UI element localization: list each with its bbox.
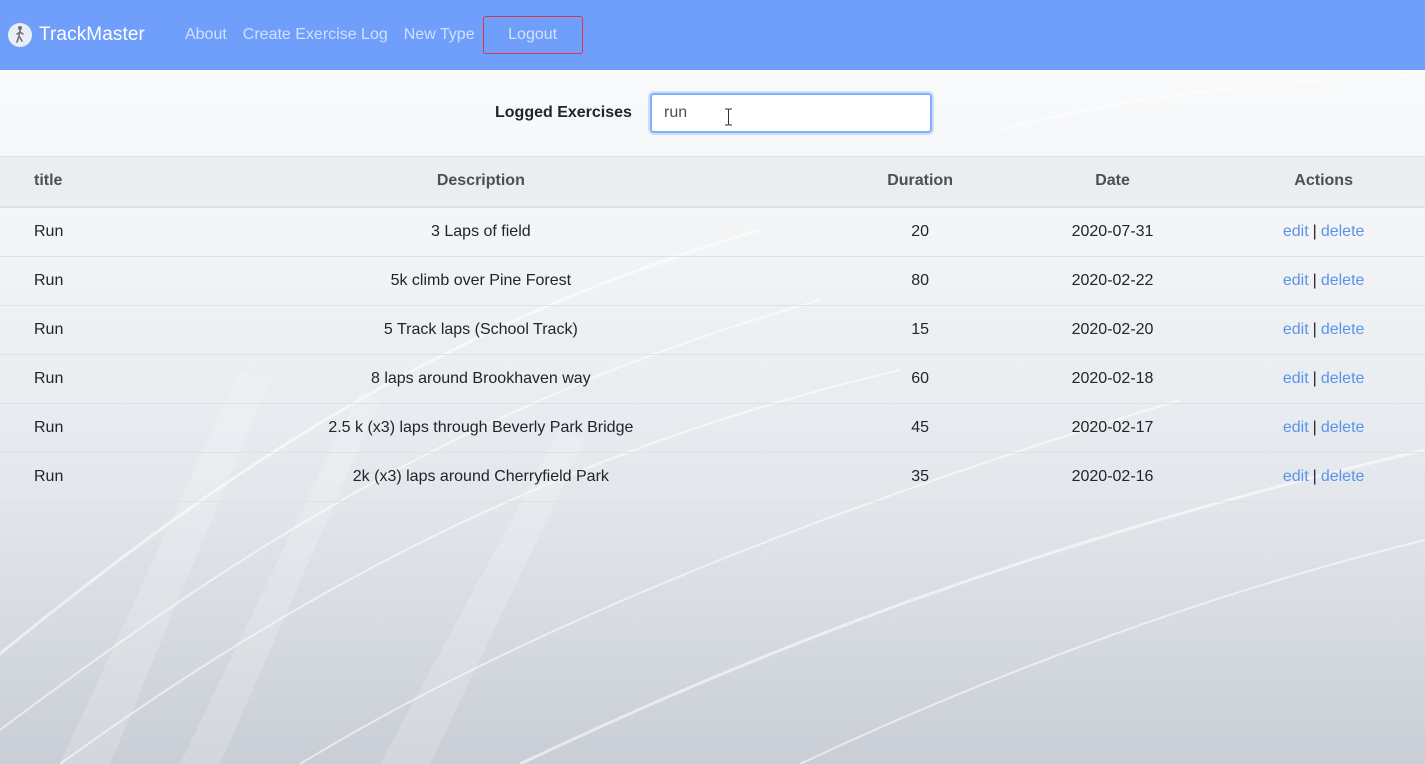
cell-title: Run — [0, 354, 125, 404]
cell-duration: 20 — [837, 206, 1003, 257]
table-row: Run 3 Laps of field 20 2020-07-31 edit | d… — [0, 206, 1425, 257]
cell-duration: 45 — [837, 403, 1003, 453]
action-separator: | — [1312, 271, 1317, 289]
nav-links: About Create Exercise Log New Type Logou… — [185, 16, 583, 54]
cell-title: Run — [0, 403, 125, 453]
cell-date: 2020-07-31 — [1002, 206, 1223, 257]
cell-title: Run — [0, 452, 125, 502]
edit-link[interactable]: edit — [1283, 223, 1309, 240]
header-title: title — [0, 156, 125, 208]
edit-link[interactable]: edit — [1283, 321, 1309, 338]
table-row: Run 8 laps around Brookhaven way 60 2020… — [0, 354, 1425, 404]
action-separator: | — [1312, 320, 1317, 338]
edit-link[interactable]: edit — [1283, 272, 1309, 289]
cell-title: Run — [0, 256, 125, 306]
runner-icon — [8, 23, 32, 47]
cell-actions: edit | delete — [1222, 354, 1425, 404]
cell-date: 2020-02-20 — [1002, 305, 1223, 355]
navbar: TrackMaster About Create Exercise Log Ne… — [0, 0, 1425, 70]
edit-link[interactable]: edit — [1283, 419, 1309, 436]
cell-actions: edit | delete — [1222, 256, 1425, 306]
cell-date: 2020-02-17 — [1002, 403, 1223, 453]
exercise-table: title Description Duration Date Actions … — [0, 156, 1425, 502]
table-row: Run 5k climb over Pine Forest 80 2020-02… — [0, 256, 1425, 306]
header-duration: Duration — [837, 156, 1003, 208]
nav-link-about[interactable]: About — [185, 26, 227, 44]
cell-title: Run — [0, 206, 125, 257]
cell-description: 2.5 k (x3) laps through Beverly Park Bri… — [124, 403, 838, 453]
cell-actions: edit | delete — [1222, 403, 1425, 453]
cell-duration: 35 — [837, 452, 1003, 502]
header-date: Date — [1002, 156, 1223, 208]
edit-link[interactable]: edit — [1283, 370, 1309, 387]
table-row: Run 5 Track laps (School Track) 15 2020-… — [0, 305, 1425, 355]
brand[interactable]: TrackMaster — [8, 23, 145, 47]
brand-name: TrackMaster — [39, 24, 145, 45]
table-header-row: title Description Duration Date Actions — [0, 156, 1425, 208]
search-row: Logged Exercises — [0, 70, 1425, 156]
cell-description: 5 Track laps (School Track) — [124, 305, 838, 355]
delete-link[interactable]: delete — [1321, 370, 1365, 387]
cell-duration: 80 — [837, 256, 1003, 306]
cell-description: 3 Laps of field — [124, 206, 838, 257]
cell-actions: edit | delete — [1222, 305, 1425, 355]
delete-link[interactable]: delete — [1321, 419, 1365, 436]
edit-link[interactable]: edit — [1283, 468, 1309, 485]
cell-duration: 60 — [837, 354, 1003, 404]
cell-date: 2020-02-18 — [1002, 354, 1223, 404]
header-actions: Actions — [1222, 156, 1425, 208]
action-separator: | — [1312, 222, 1317, 240]
search-input[interactable] — [650, 93, 932, 133]
table-row: Run 2.5 k (x3) laps through Beverly Park… — [0, 403, 1425, 453]
cell-actions: edit | delete — [1222, 452, 1425, 502]
cell-description: 8 laps around Brookhaven way — [124, 354, 838, 404]
nav-link-new-type[interactable]: New Type — [404, 26, 475, 44]
action-separator: | — [1312, 418, 1317, 436]
cell-actions: edit | delete — [1222, 206, 1425, 257]
cell-title: Run — [0, 305, 125, 355]
delete-link[interactable]: delete — [1321, 223, 1365, 240]
delete-link[interactable]: delete — [1321, 272, 1365, 289]
cell-duration: 15 — [837, 305, 1003, 355]
delete-link[interactable]: delete — [1321, 468, 1365, 485]
cell-description: 5k climb over Pine Forest — [124, 256, 838, 306]
table-row: Run 2k (x3) laps around Cherryfield Park… — [0, 452, 1425, 502]
cell-date: 2020-02-16 — [1002, 452, 1223, 502]
cell-description: 2k (x3) laps around Cherryfield Park — [124, 452, 838, 502]
header-description: Description — [124, 156, 838, 208]
logout-button[interactable]: Logout — [482, 16, 583, 54]
search-label: Logged Exercises — [495, 104, 632, 121]
cell-date: 2020-02-22 — [1002, 256, 1223, 306]
action-separator: | — [1312, 369, 1317, 387]
text-cursor-icon — [725, 108, 732, 126]
delete-link[interactable]: delete — [1321, 321, 1365, 338]
action-separator: | — [1312, 467, 1317, 485]
nav-link-create-exercise-log[interactable]: Create Exercise Log — [243, 26, 388, 44]
